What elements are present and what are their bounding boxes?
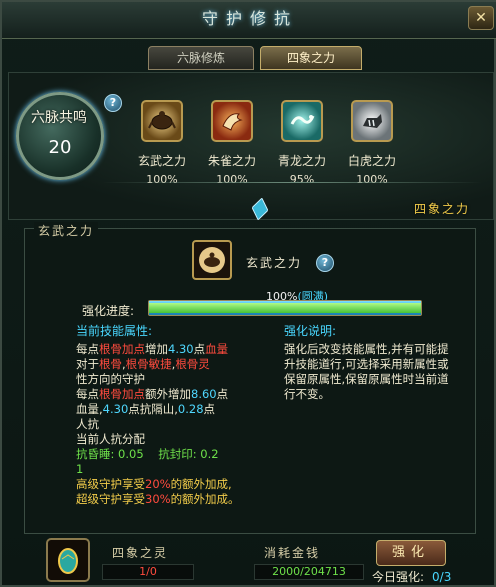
attr-line: 1 xyxy=(76,462,84,476)
attr-line: 抗昏睡: 0.05 抗封印: 0.2 xyxy=(76,447,219,461)
attr-line: 对于根骨,根骨敏捷,根骨灵 xyxy=(76,357,210,371)
vermilion-bird-icon[interactable] xyxy=(211,100,253,142)
skill-icon[interactable] xyxy=(192,240,232,280)
attr-line: 性方向的守护 xyxy=(76,372,145,386)
attribute-description: 每点根骨加点增加4.30点血量 对于根骨,根骨敏捷,根骨灵 性方向的守护 每点根… xyxy=(76,342,252,507)
beast-name: 朱雀之力 xyxy=(207,154,256,168)
white-tiger-icon[interactable] xyxy=(351,100,393,142)
spirit-value: 1/0 xyxy=(102,564,194,580)
money-value: 2000/204713 xyxy=(254,564,364,580)
skill-name: 玄武之力 xyxy=(246,256,303,270)
strengthen-button[interactable]: 强化 xyxy=(376,540,446,566)
money-label: 消耗金钱 xyxy=(264,546,321,560)
explanation-header: 强化说明: xyxy=(284,324,337,338)
close-button[interactable]: ✕ xyxy=(468,6,494,30)
spirit-egg-icon[interactable] xyxy=(46,538,90,582)
tortoise-icon[interactable] xyxy=(141,100,183,142)
resonance-help-icon[interactable]: ? xyxy=(104,94,122,112)
window-title: 守护修抗 xyxy=(201,9,298,28)
beast-white-tiger[interactable]: 白虎之力 100% xyxy=(348,100,396,186)
azure-dragon-icon[interactable] xyxy=(281,100,323,142)
progress-label: 强化进度: xyxy=(82,304,135,318)
attr-header: 当前技能属性: xyxy=(76,324,153,338)
attr-line: 超级守护享受30%的额外加成。 xyxy=(76,492,240,506)
beast-percent: 100% xyxy=(146,173,178,186)
attr-line: 高级守护享受20%的额外加成, xyxy=(76,477,232,491)
beast-vermilion-bird[interactable]: 朱雀之力 100% xyxy=(208,100,256,186)
tab-six-meridians[interactable]: 六脉修炼 xyxy=(148,46,254,70)
beast-name: 青龙之力 xyxy=(277,154,326,168)
today-strengthen: 今日强化: 0/3 xyxy=(372,568,451,585)
resonance-medallion: 六脉共鸣 20 xyxy=(16,92,104,180)
attr-line: 每点根骨加点增加4.30点血量 xyxy=(76,342,229,356)
divider xyxy=(102,182,482,183)
title-bar[interactable]: 守护修抗 ✕ xyxy=(2,2,496,39)
beast-azure-dragon[interactable]: 青龙之力 95% xyxy=(278,100,326,186)
section-title: 玄武之力 xyxy=(34,222,99,239)
beast-name: 白虎之力 xyxy=(347,154,396,168)
tab-four-symbols[interactable]: 四象之力 xyxy=(260,46,362,70)
beast-percent: 95% xyxy=(289,173,315,186)
progress-bar xyxy=(148,300,422,316)
today-value: 0/3 xyxy=(432,570,452,584)
beast-name: 玄武之力 xyxy=(137,154,186,168)
attr-line: 人抗 xyxy=(76,417,99,431)
resonance-level: 20 xyxy=(48,137,72,158)
beast-percent: 100% xyxy=(356,173,388,186)
spirit-label: 四象之灵 xyxy=(112,546,169,560)
beast-tortoise[interactable]: 玄武之力 100% xyxy=(138,100,186,186)
dialog-window: 守护修抗 ✕ 六脉修炼 四象之力 六脉共鸣 20 ? 玄武之力 100% 朱雀之… xyxy=(0,0,496,587)
beast-percent: 100% xyxy=(216,173,248,186)
attr-line: 血量,4.30点抗隔山,0.28点 xyxy=(76,402,216,416)
today-label: 今日强化: xyxy=(372,570,425,584)
skill-help-icon[interactable]: ? xyxy=(316,254,334,272)
progress-highlight xyxy=(149,303,421,313)
explanation-text: 强化后改变技能属性,并有可能提升技能道行,可选择采用新属性或保留原属性,保留原属… xyxy=(284,342,449,401)
attr-line: 当前人抗分配 xyxy=(76,432,145,446)
four-symbols-tag: 四象之力 xyxy=(413,202,470,216)
attr-line: 每点根骨加点额外增加8.60点 xyxy=(76,387,229,401)
resonance-label: 六脉共鸣 xyxy=(31,110,87,126)
